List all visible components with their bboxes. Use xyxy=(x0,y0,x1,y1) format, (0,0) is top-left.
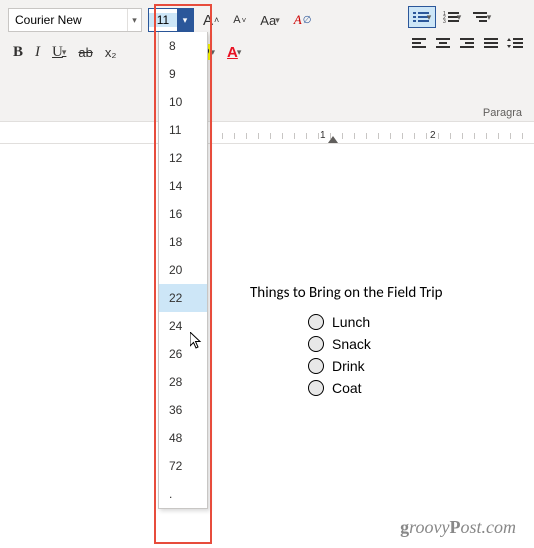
size-option[interactable]: 10 xyxy=(159,88,207,116)
align-center-button[interactable] xyxy=(432,32,454,54)
multilevel-list-button[interactable]: ▾ xyxy=(468,6,496,28)
numbering-button[interactable]: 123▾ xyxy=(438,6,466,28)
cursor-icon xyxy=(190,332,204,350)
grow-font-button[interactable]: A˄ xyxy=(198,8,224,32)
list-item[interactable]: Lunch xyxy=(308,314,534,330)
size-option[interactable]: 28 xyxy=(159,368,207,396)
font-size-value[interactable]: 11 xyxy=(149,13,177,27)
size-option[interactable]: . xyxy=(159,480,207,508)
font-color-button[interactable]: A▾ xyxy=(222,40,246,64)
size-option[interactable]: 18 xyxy=(159,228,207,256)
document-page[interactable]: Things to Bring on the Field Trip Lunch … xyxy=(210,144,534,548)
bold-button[interactable]: B xyxy=(8,40,28,64)
paragraph-group: ▾ 123▾ ▾ xyxy=(408,6,526,54)
align-left-button[interactable] xyxy=(408,32,430,54)
font-size-combo[interactable]: 11 ▾ xyxy=(148,8,194,32)
list-item[interactable]: Coat xyxy=(308,380,534,396)
ruler-ticks xyxy=(210,133,534,139)
font-name-value[interactable]: Courier New xyxy=(9,13,127,27)
svg-text:3: 3 xyxy=(443,19,446,24)
ruler-mark: 2 xyxy=(430,130,436,141)
underline-button[interactable]: U▾ xyxy=(47,40,71,64)
size-option[interactable]: 36 xyxy=(159,396,207,424)
ribbon: Courier New ▾ 11 ▾ A˄ A˅ Aa▾ A∅ B I U▾ a… xyxy=(0,0,534,122)
font-size-dropdown[interactable]: 8 9 10 11 12 14 16 18 20 22 24 26 28 36 … xyxy=(158,32,208,509)
line-spacing-button[interactable] xyxy=(504,32,526,54)
size-option[interactable]: 12 xyxy=(159,144,207,172)
checklist: Lunch Snack Drink Coat xyxy=(250,314,534,396)
size-option[interactable]: 9 xyxy=(159,60,207,88)
font-name-combo[interactable]: Courier New ▾ xyxy=(8,8,142,32)
circle-checkbox-icon[interactable] xyxy=(308,336,324,352)
chevron-down-icon[interactable]: ▾ xyxy=(177,9,193,31)
size-option[interactable]: 48 xyxy=(159,424,207,452)
change-case-button[interactable]: Aa▾ xyxy=(255,8,284,32)
chevron-down-icon[interactable]: ▾ xyxy=(127,9,141,31)
subscript-button[interactable]: x₂ xyxy=(100,40,122,64)
clear-formatting-button[interactable]: A∅ xyxy=(289,8,317,32)
strikethrough-button[interactable]: ab xyxy=(73,40,97,64)
size-option[interactable]: 11 xyxy=(159,116,207,144)
size-option[interactable]: 8 xyxy=(159,32,207,60)
section-label: Paragra xyxy=(483,107,522,119)
circle-checkbox-icon[interactable] xyxy=(308,380,324,396)
document-title[interactable]: Things to Bring on the Field Trip xyxy=(250,284,534,302)
bullets-button[interactable]: ▾ xyxy=(408,6,436,28)
size-option[interactable]: 16 xyxy=(159,200,207,228)
size-option[interactable]: 22 xyxy=(159,284,207,312)
circle-checkbox-icon[interactable] xyxy=(308,314,324,330)
ruler-mark: 1 xyxy=(320,130,326,141)
shrink-font-button[interactable]: A˅ xyxy=(228,8,251,32)
size-option[interactable]: 14 xyxy=(159,172,207,200)
list-item[interactable]: Snack xyxy=(308,336,534,352)
ruler[interactable]: 1 2 xyxy=(0,122,534,144)
size-option[interactable]: 72 xyxy=(159,452,207,480)
list-item[interactable]: Drink xyxy=(308,358,534,374)
justify-button[interactable] xyxy=(480,32,502,54)
size-option[interactable]: 20 xyxy=(159,256,207,284)
watermark: groovyPost.com xyxy=(400,517,516,538)
align-right-button[interactable] xyxy=(456,32,478,54)
italic-button[interactable]: I xyxy=(30,40,45,64)
indent-marker-icon[interactable] xyxy=(328,136,338,143)
circle-checkbox-icon[interactable] xyxy=(308,358,324,374)
